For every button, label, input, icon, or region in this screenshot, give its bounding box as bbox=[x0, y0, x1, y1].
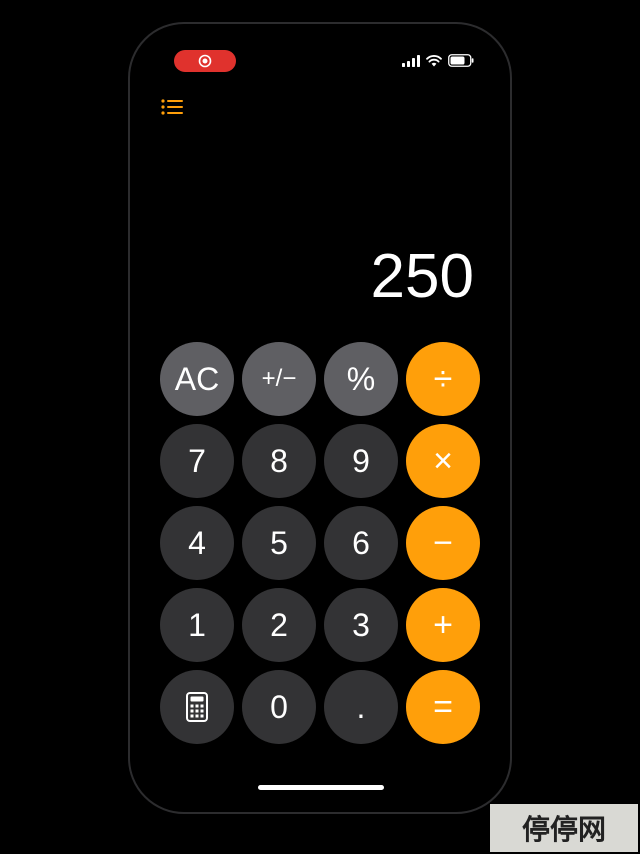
screen-recording-indicator[interactable] bbox=[174, 50, 236, 72]
history-button[interactable] bbox=[160, 96, 184, 118]
calculator-display: 250 bbox=[370, 242, 474, 311]
list-icon bbox=[161, 99, 183, 115]
status-bar bbox=[130, 24, 510, 84]
key-plus[interactable]: + bbox=[406, 588, 480, 662]
phone-frame: 250 AC +/− % ÷ 7 8 9 × 4 5 6 − 1 2 3 + 0… bbox=[128, 22, 512, 814]
key-percent[interactable]: % bbox=[324, 342, 398, 416]
key-calculator[interactable] bbox=[160, 670, 234, 744]
watermark: 停停网 bbox=[490, 804, 638, 852]
key-plus-minus[interactable]: +/− bbox=[242, 342, 316, 416]
key-ac[interactable]: AC bbox=[160, 342, 234, 416]
battery-icon bbox=[448, 54, 474, 67]
key-3[interactable]: 3 bbox=[324, 588, 398, 662]
key-0[interactable]: 0 bbox=[242, 670, 316, 744]
key-decimal[interactable]: . bbox=[324, 670, 398, 744]
key-plus-minus-label: +/− bbox=[261, 365, 297, 392]
key-2[interactable]: 2 bbox=[242, 588, 316, 662]
key-equals[interactable]: = bbox=[406, 670, 480, 744]
signal-icon bbox=[402, 54, 420, 67]
keypad: AC +/− % ÷ 7 8 9 × 4 5 6 − 1 2 3 + 0 . = bbox=[160, 342, 484, 744]
key-5[interactable]: 5 bbox=[242, 506, 316, 580]
calculator-icon bbox=[186, 692, 208, 722]
key-4[interactable]: 4 bbox=[160, 506, 234, 580]
key-9[interactable]: 9 bbox=[324, 424, 398, 498]
key-6[interactable]: 6 bbox=[324, 506, 398, 580]
status-icons bbox=[402, 54, 474, 67]
key-7[interactable]: 7 bbox=[160, 424, 234, 498]
key-multiply[interactable]: × bbox=[406, 424, 480, 498]
wifi-icon bbox=[426, 54, 442, 66]
record-icon bbox=[198, 54, 212, 68]
key-divide[interactable]: ÷ bbox=[406, 342, 480, 416]
key-1[interactable]: 1 bbox=[160, 588, 234, 662]
home-indicator[interactable] bbox=[258, 785, 384, 790]
key-minus[interactable]: − bbox=[406, 506, 480, 580]
key-8[interactable]: 8 bbox=[242, 424, 316, 498]
